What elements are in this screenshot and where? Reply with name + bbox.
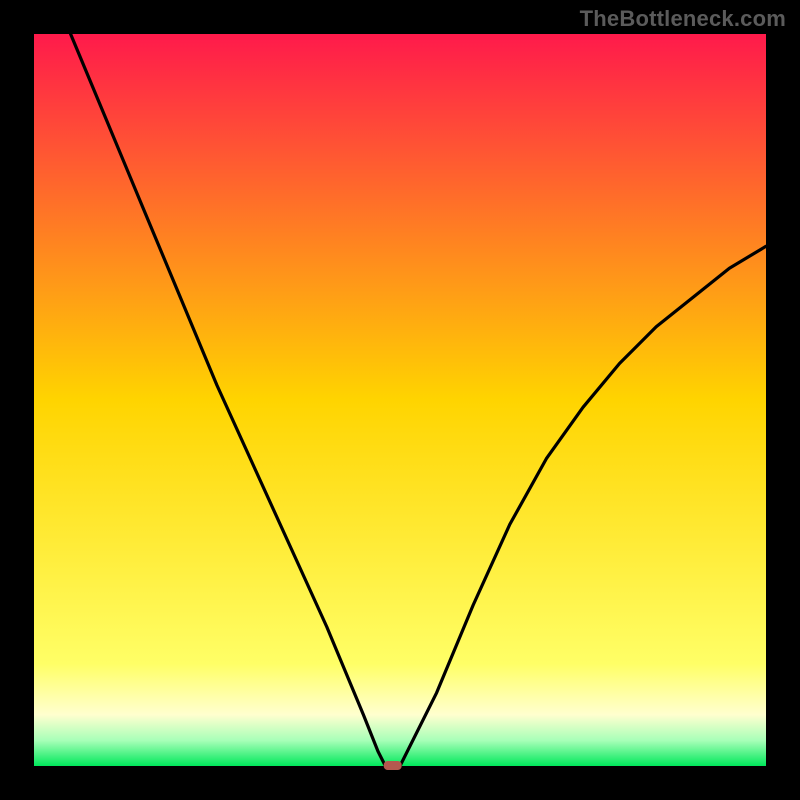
watermark-text: TheBottleneck.com	[580, 6, 786, 32]
bottleneck-chart	[0, 0, 800, 800]
optimal-marker	[384, 761, 402, 770]
chart-frame: { "watermark": "TheBottleneck.com", "cha…	[0, 0, 800, 800]
plot-background	[34, 34, 766, 766]
